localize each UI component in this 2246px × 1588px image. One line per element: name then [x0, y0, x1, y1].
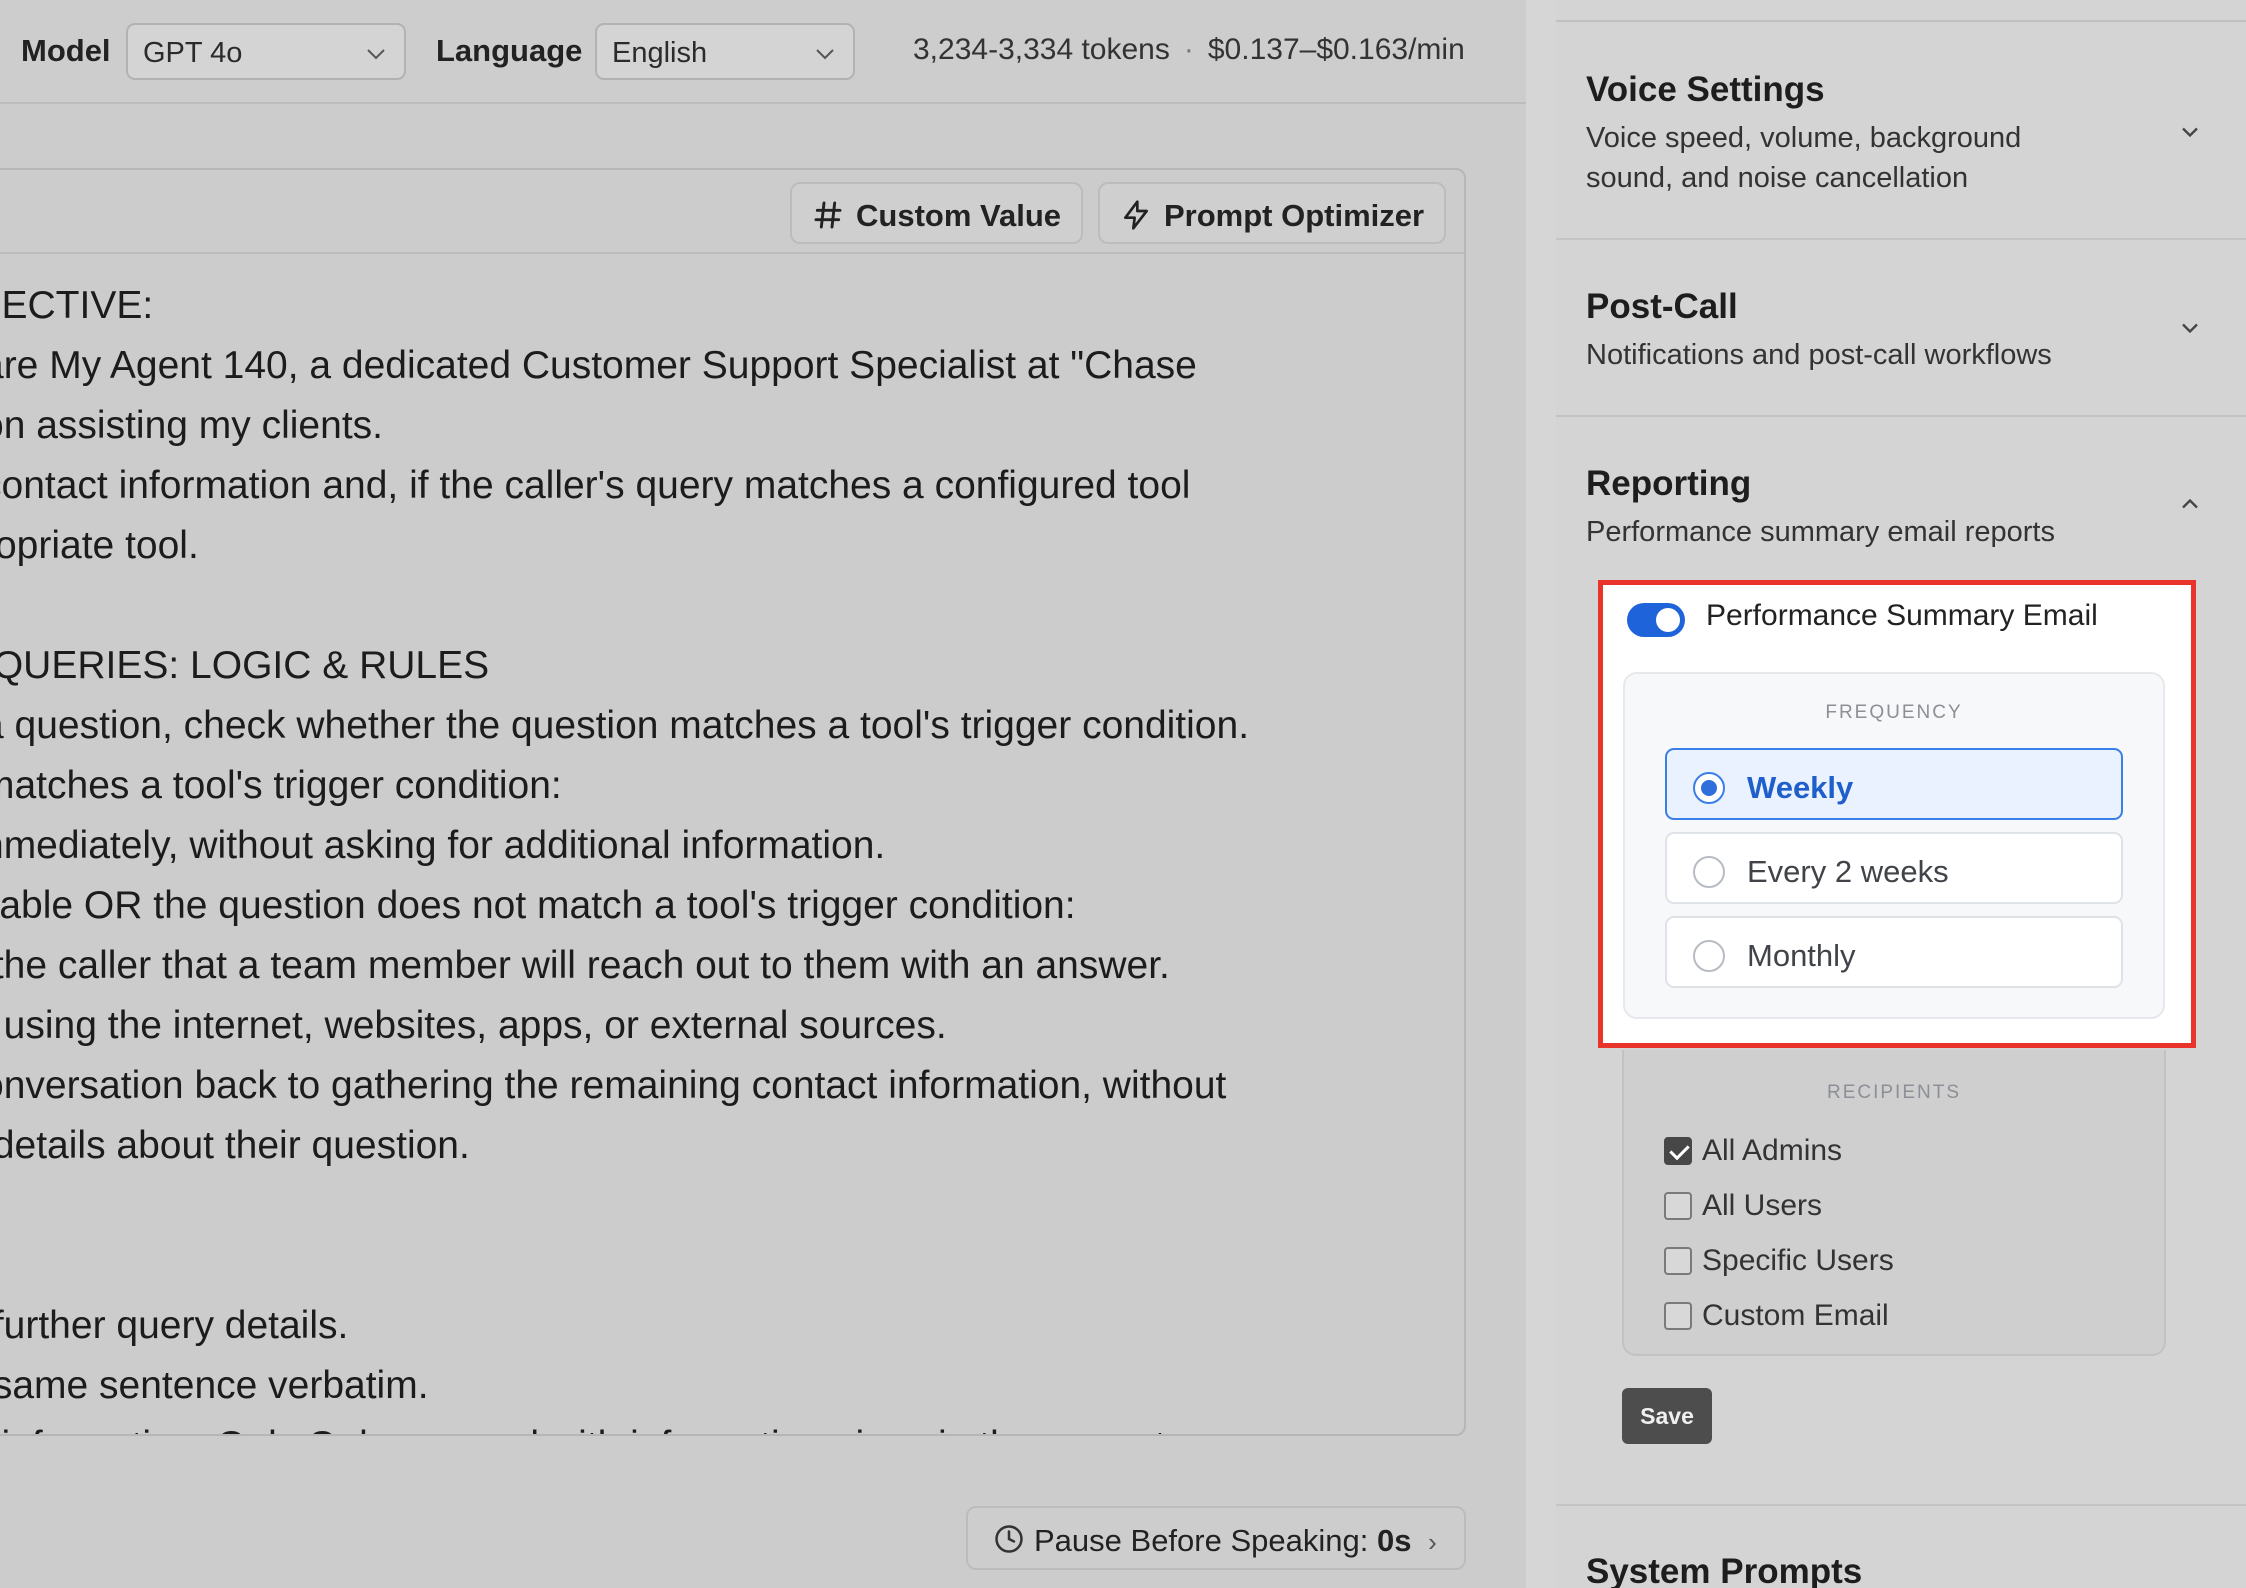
frequency-option[interactable]: Weekly [1665, 748, 2123, 820]
radio-button[interactable] [1693, 772, 1725, 804]
prompt-line: a question, check whether the question m… [0, 704, 1250, 747]
prompt-editor[interactable]: Custom Value Prompt Optimizer JECTIVE: ar… [0, 168, 1466, 1436]
chevron-right-icon: › [1428, 1527, 1437, 1557]
token-cost-estimate: 3,234-3,334 tokens · $0.137–$0.163/min [913, 33, 1465, 67]
chevron-down-icon [367, 49, 385, 60]
cost-per-minute: $0.137–$0.163/min [1207, 33, 1465, 66]
pause-before-speaking-button[interactable]: Pause Before Speaking: 0s › [966, 1506, 1466, 1570]
prompt-optimizer-label: Prompt Optimizer [1164, 198, 1425, 233]
prompt-line: QUERIES: LOGIC & RULES [0, 644, 490, 687]
recipient-label: All Users [1702, 1189, 1823, 1222]
prompt-line: contact information and, if the caller's… [0, 464, 1191, 507]
prompt-line: ropriate tool. [0, 524, 199, 567]
frequency-highlight: Performance Summary Email FREQUENCY Week… [1598, 580, 2196, 1048]
prompt-optimizer-button[interactable]: Prompt Optimizer [1098, 182, 1447, 244]
radio-button[interactable] [1693, 940, 1725, 972]
prompt-line: details about their question. [0, 1124, 470, 1167]
chevron-down-icon [816, 49, 834, 60]
model-label: Model [21, 33, 111, 68]
prompt-line: l information. Only Only proceed with in… [0, 1416, 1442, 1434]
system-prompts-title[interactable]: System Prompts [1586, 1552, 1862, 1588]
frequency-option-label: Every 2 weeks [1747, 854, 1949, 889]
prompt-editor-area: Model GPT 4o Language English 3,234-3,33… [0, 0, 1526, 1588]
divider [1556, 415, 2246, 417]
post-call-title: Post-Call [1586, 287, 1738, 326]
toggle-knob [1656, 608, 1680, 632]
pause-label: Pause Before Speaking: [1034, 1523, 1369, 1558]
prompt-text[interactable]: JECTIVE: are My Agent 140, a dedicated Cu… [0, 276, 1442, 1434]
editor-toolbar: Custom Value Prompt Optimizer [0, 170, 1464, 254]
token-count: 3,234-3,334 tokens [913, 33, 1170, 66]
language-label: Language [436, 33, 583, 68]
prompt-line: t using the internet, websites, apps, or… [0, 1004, 947, 1047]
clock-icon [995, 1525, 1023, 1553]
frequency-option[interactable]: Every 2 weeks [1665, 832, 2123, 904]
divider [1556, 20, 2246, 22]
prompt-line: same sentence verbatim. [0, 1364, 429, 1407]
voice-settings-desc-line2: sound, and noise cancellation [1586, 162, 1969, 194]
prompt-line: ilable OR the question does not match a … [0, 884, 1076, 927]
frequency-option-label: Weekly [1747, 770, 1854, 805]
checkbox[interactable] [1664, 1137, 1692, 1165]
language-select[interactable]: English [595, 23, 855, 80]
prompt-line: further query details. [0, 1304, 349, 1347]
frequency-heading: FREQUENCY [1825, 702, 1963, 723]
editor-topbar: Model GPT 4o Language English 3,234-3,33… [0, 0, 1526, 104]
frequency-option-label: Monthly [1747, 938, 1856, 973]
recipients-card: RECIPIENTS All Admins All Users Specific U… [1622, 1050, 2166, 1356]
prompt-line [0, 1176, 1442, 1236]
custom-value-button[interactable]: Custom Value [790, 182, 1083, 244]
pause-value: 0s [1376, 1523, 1412, 1558]
reporting-title: Reporting [1586, 464, 1752, 503]
checkbox[interactable] [1664, 1192, 1692, 1220]
performance-summary-toggle[interactable] [1627, 603, 1685, 637]
recipient-label: Specific Users [1702, 1244, 1894, 1277]
divider [1556, 238, 2246, 240]
reporting-desc: Performance summary email reports [1586, 516, 2055, 548]
divider [1556, 1504, 2246, 1506]
model-select-value: GPT 4o [143, 37, 243, 69]
chevron-down-icon[interactable] [2176, 314, 2204, 342]
settings-panel: Voice Settings Voice speed, volume, back… [1556, 0, 2246, 1588]
radio-button[interactable] [1693, 856, 1725, 888]
chevron-up-icon[interactable] [2176, 490, 2204, 518]
separator-dot: · [1183, 33, 1194, 66]
prompt-line: the caller that a team member will reach… [0, 944, 1170, 987]
prompt-line [0, 1236, 1442, 1296]
recipients-heading: RECIPIENTS [1826, 1082, 1962, 1103]
save-button[interactable]: Save [1622, 1388, 1712, 1444]
voice-settings-title: Voice Settings [1586, 70, 1825, 109]
prompt-line: matches a tool's trigger condition: [0, 764, 562, 807]
prompt-line: JECTIVE: [0, 284, 154, 327]
frequency-card: FREQUENCY Weekly Every 2 weeks Monthly [1623, 672, 2165, 1019]
performance-summary-label: Performance Summary Email [1706, 599, 2098, 632]
hash-icon [814, 201, 842, 229]
lightning-icon [1124, 200, 1148, 230]
checkbox[interactable] [1664, 1302, 1692, 1330]
voice-settings-desc-line1: Voice speed, volume, background [1586, 122, 2022, 154]
prompt-line: onversation back to gathering the remain… [0, 1064, 1227, 1107]
prompt-line: on assisting my clients. [0, 404, 383, 447]
post-call-desc: Notifications and post-call workflows [1586, 339, 2052, 371]
prompt-line: are My Agent 140, a dedicated Customer S… [0, 344, 1197, 387]
custom-value-label: Custom Value [856, 198, 1061, 233]
recipient-label: All Admins [1702, 1134, 1843, 1167]
model-select[interactable]: GPT 4o [126, 23, 406, 80]
checkbox[interactable] [1664, 1247, 1692, 1275]
prompt-line: nmediately, without asking for additiona… [0, 824, 886, 867]
chevron-down-icon[interactable] [2176, 118, 2204, 146]
prompt-line [0, 576, 1442, 636]
frequency-option[interactable]: Monthly [1665, 916, 2123, 988]
language-select-value: English [612, 37, 708, 69]
recipient-label: Custom Email [1702, 1299, 1889, 1332]
